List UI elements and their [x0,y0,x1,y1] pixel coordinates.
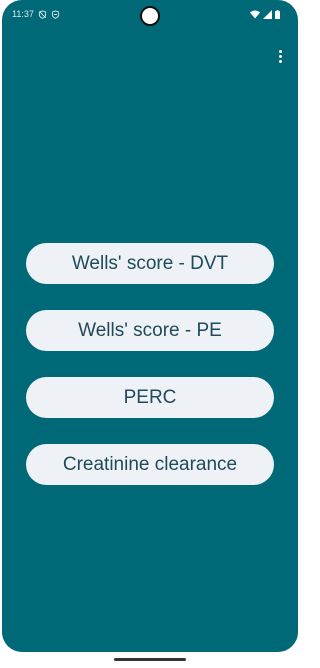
cell-signal-icon [263,10,272,19]
status-left: 11:37 [12,9,60,19]
home-indicator[interactable] [114,658,186,661]
battery-icon [275,10,280,19]
overflow-dot [278,49,282,53]
vpn-shield-icon [38,9,47,19]
no-sim-shield-icon [51,9,60,19]
overflow-dot [278,54,282,58]
navigation-bar [0,652,300,668]
calculator-menu: Wells' score - DVT Wells' score - PE PER… [26,243,274,485]
wifi-icon [250,10,260,19]
wells-score-dvt-button[interactable]: Wells' score - DVT [26,243,274,284]
camera-cutout [140,6,160,26]
overflow-dot [278,59,282,63]
more-vert-icon[interactable] [272,46,288,66]
phone-frame: 11:37 Wells' score - DVT Wells' score - … [0,0,300,668]
creatinine-clearance-button[interactable]: Creatinine clearance [26,444,274,485]
app-screen: 11:37 Wells' score - DVT Wells' score - … [2,0,298,652]
status-bar: 11:37 [2,0,298,34]
status-time: 11:37 [12,9,34,19]
perc-button[interactable]: PERC [26,377,274,418]
wells-score-pe-button[interactable]: Wells' score - PE [26,310,274,351]
status-right [250,10,280,19]
